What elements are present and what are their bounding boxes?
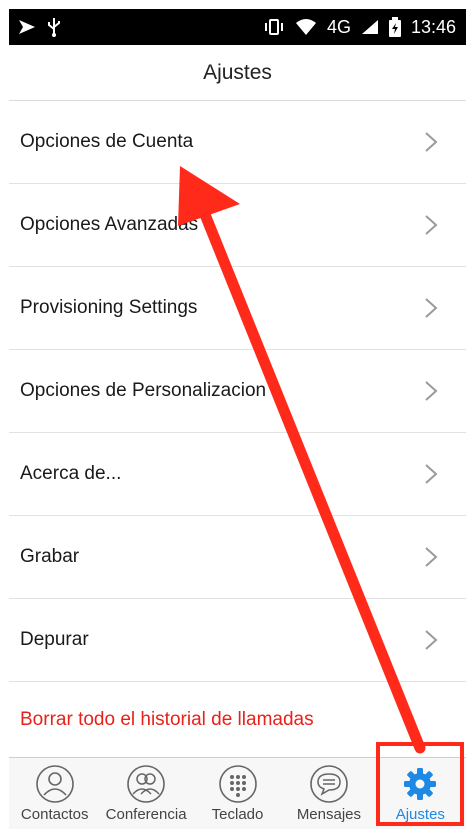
settings-item-about[interactable]: Acerca de...: [9, 433, 466, 516]
settings-item-personalization-options[interactable]: Opciones de Personalizacion: [9, 350, 466, 433]
settings-item-debug[interactable]: Depurar: [9, 599, 466, 682]
clear-call-history-button[interactable]: Borrar todo el historial de llamadas: [9, 682, 466, 758]
tab-label: Teclado: [211, 806, 264, 823]
wifi-icon: [295, 19, 316, 35]
page-title: Ajustes: [203, 60, 272, 84]
status-left: [17, 17, 61, 37]
settings-item-label: Grabar: [20, 546, 80, 567]
settings-item-label: Opciones Avanzadas: [20, 214, 199, 235]
app-header: Ajustes: [9, 45, 466, 101]
chevron-right-icon: [425, 132, 438, 152]
tab-label: Conferencia: [105, 806, 187, 823]
usb-icon: [48, 18, 60, 37]
cast-icon: [19, 20, 35, 34]
settings-item-label: Opciones de Personalizacion: [20, 380, 267, 401]
settings-item-account-options[interactable]: Opciones de Cuenta: [9, 101, 466, 184]
tab-contacts[interactable]: Contactos: [9, 758, 100, 829]
chevron-right-icon: [425, 547, 438, 567]
keypad-icon: [218, 765, 257, 803]
tab-settings[interactable]: Ajustes: [375, 758, 466, 829]
chevron-right-icon: [425, 381, 438, 401]
messages-icon: [310, 765, 348, 803]
settings-item-advanced-options[interactable]: Opciones Avanzadas: [9, 184, 466, 267]
clear-call-history-label: Borrar todo el historial de llamadas: [20, 709, 314, 730]
settings-list: Opciones de Cuenta Opciones Avanzadas Pr…: [9, 101, 466, 758]
signal-icon: [361, 20, 378, 34]
network-type-label: 4G: [326, 16, 351, 37]
tab-messages[interactable]: Mensajes: [283, 758, 374, 829]
tab-label: Contactos: [20, 806, 89, 823]
tab-label: Ajustes: [395, 806, 445, 823]
bottom-tab-bar: Contactos Conferencia Teclado Mensajes A…: [9, 757, 466, 829]
status-right: 4G 13:46: [263, 17, 456, 38]
status-bar: 4G 13:46: [9, 9, 466, 45]
gear-icon: [404, 768, 437, 800]
settings-item-label: Opciones de Cuenta: [20, 131, 194, 152]
contacts-icon: [35, 765, 74, 803]
vibrate-icon: [264, 19, 283, 35]
chevron-right-icon: [425, 464, 438, 484]
tab-conference[interactable]: Conferencia: [100, 758, 191, 829]
chevron-right-icon: [425, 215, 438, 235]
battery-icon: [388, 17, 401, 37]
chevron-right-icon: [425, 630, 438, 650]
clock: 13:46: [410, 16, 456, 37]
chevron-right-icon: [425, 298, 438, 318]
settings-item-label: Depurar: [20, 629, 89, 650]
settings-item-label: Provisioning Settings: [20, 297, 198, 318]
settings-item-record[interactable]: Grabar: [9, 516, 466, 599]
tab-keypad[interactable]: Teclado: [192, 758, 283, 829]
settings-item-provisioning-settings[interactable]: Provisioning Settings: [9, 267, 466, 350]
conference-icon: [127, 765, 165, 803]
settings-item-label: Acerca de...: [20, 463, 122, 484]
tab-label: Mensajes: [296, 806, 362, 823]
